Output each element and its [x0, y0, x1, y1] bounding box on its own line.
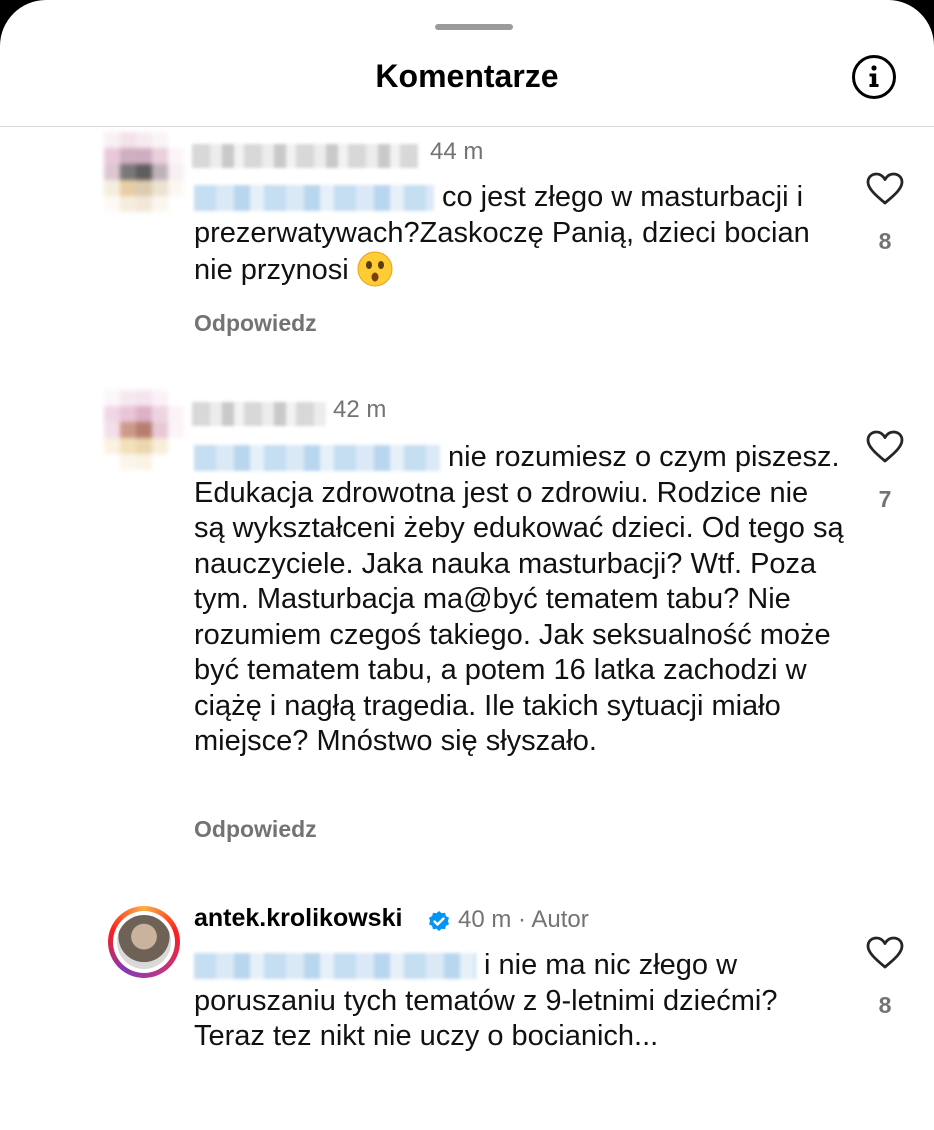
page-title: Komentarze	[375, 58, 559, 94]
avatar[interactable]	[104, 390, 184, 470]
heart-icon[interactable]	[866, 936, 904, 970]
comment-text-block: nie rozumiesz o czym piszesz. Edukacja z…	[194, 440, 844, 760]
mention-redacted[interactable]	[194, 445, 440, 472]
comment-text-block: i nie ma nic złego w poruszaniu tych tem…	[194, 948, 844, 1055]
avatar	[117, 915, 171, 969]
heart-icon[interactable]	[866, 430, 904, 464]
comment-username[interactable]: antek.krolikowski	[194, 904, 402, 933]
like-count: 7	[878, 486, 892, 512]
sheet-drag-handle[interactable]	[435, 24, 513, 30]
avatar-story-ring[interactable]	[108, 906, 180, 978]
comment-time: 42 m	[333, 396, 387, 423]
comment-text: nie rozumiesz o czym piszesz. Edukacja z…	[194, 441, 844, 757]
reply-button[interactable]: Odpowiedz	[194, 310, 317, 337]
astonished-face-emoji	[357, 251, 393, 287]
username-redacted[interactable]	[192, 144, 418, 168]
mention-redacted[interactable]	[194, 953, 476, 980]
like-count: 8	[878, 228, 892, 254]
username-redacted[interactable]	[192, 402, 326, 426]
mention-redacted[interactable]	[194, 185, 434, 212]
comment-time: 44 m	[430, 138, 484, 165]
verified-badge-icon	[429, 911, 449, 931]
comment-time: 40 m · Autor	[458, 906, 589, 933]
avatar[interactable]	[104, 132, 184, 212]
reply-button[interactable]: Odpowiedz	[194, 816, 317, 843]
like-count: 8	[878, 992, 892, 1018]
heart-icon[interactable]	[866, 172, 904, 206]
comments-sheet: Komentarze 44 m co jest złego w masturba…	[0, 0, 934, 1130]
header-divider	[0, 126, 934, 127]
info-circle-icon[interactable]	[851, 54, 897, 100]
comment-text-block: co jest złego w masturbacji i prezerwaty…	[194, 180, 844, 289]
